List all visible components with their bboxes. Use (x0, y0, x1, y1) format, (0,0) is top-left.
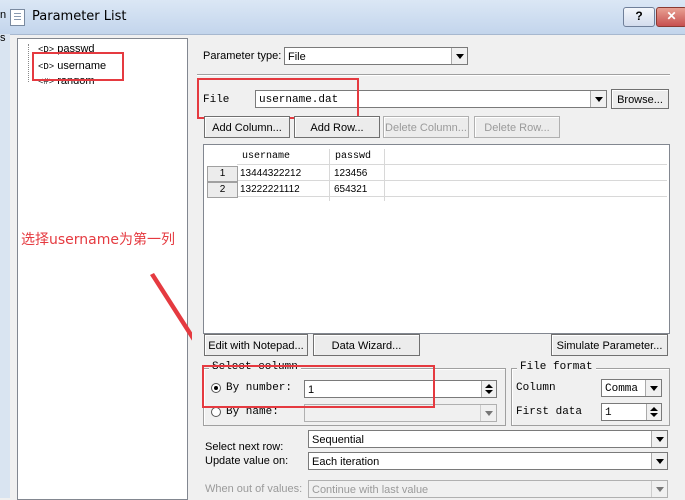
out-of-values-value: Continue with last value (312, 484, 429, 496)
spinner-icon[interactable] (646, 404, 661, 420)
data-wizard-button[interactable]: Data Wizard... (313, 334, 420, 356)
grid-line (329, 149, 330, 201)
highlight-box (32, 52, 124, 81)
column-header[interactable]: username (242, 151, 290, 162)
column-delimiter-select[interactable]: Comma (601, 379, 662, 397)
first-data-value: 1 (605, 407, 612, 419)
background-text-fragment: s (0, 32, 6, 44)
select-next-row-select[interactable]: Sequential (308, 430, 668, 448)
update-value-select[interactable]: Each iteration (308, 452, 668, 470)
table-cell[interactable]: 654321 (334, 184, 367, 195)
grid-line (237, 180, 667, 181)
window-icon (10, 9, 25, 26)
chevron-down-icon (645, 380, 661, 396)
chevron-down-icon (651, 481, 667, 497)
browse-button[interactable]: Browse... (611, 89, 669, 109)
delete-column-button[interactable]: Delete Column... (383, 116, 469, 138)
column-delimiter-label: Column (516, 382, 556, 394)
row-header[interactable]: 1 (207, 166, 238, 182)
parameter-type-value: File (288, 51, 306, 63)
first-data-input[interactable]: 1 (601, 403, 662, 421)
table-cell[interactable]: 13444322212 (240, 168, 301, 179)
add-column-button[interactable]: Add Column... (204, 116, 290, 138)
chevron-down-icon (651, 431, 667, 447)
parameter-tree[interactable]: <D> passwd <D> username <#> random (17, 38, 188, 500)
edit-with-notepad-button[interactable]: Edit with Notepad... (204, 334, 308, 356)
out-of-values-select[interactable]: Continue with last value (308, 480, 668, 498)
annotation-text: 选择username为第一列 (21, 232, 175, 248)
table-cell[interactable]: 13222221112 (240, 184, 300, 195)
highlight-box (202, 365, 435, 408)
close-button[interactable]: ✕ (656, 7, 685, 27)
chevron-down-icon (590, 91, 606, 107)
column-header[interactable]: passwd (335, 151, 371, 162)
chevron-down-icon (451, 48, 467, 64)
chevron-down-icon (651, 453, 667, 469)
tree-connector (28, 44, 29, 82)
delete-row-button[interactable]: Delete Row... (474, 116, 560, 138)
grid-line (237, 196, 667, 197)
simulate-parameter-button[interactable]: Simulate Parameter... (551, 334, 668, 356)
select-next-row-value: Sequential (312, 434, 364, 446)
update-value-label: Update value on: (205, 455, 289, 467)
first-data-label: First data (516, 406, 583, 418)
background-text-fragment: n (0, 9, 7, 21)
spinner-icon[interactable] (481, 381, 496, 397)
select-next-row-label: Select next row: (205, 441, 284, 453)
grid-line (237, 164, 667, 165)
background-window-edge (0, 34, 10, 498)
row-header[interactable]: 2 (207, 182, 238, 198)
file-format-legend: File format (517, 361, 596, 373)
out-of-values-label: When out of values: (205, 483, 303, 495)
by-name-radio[interactable] (211, 407, 221, 417)
table-cell[interactable]: 123456 (334, 168, 367, 179)
parameter-type-select[interactable]: File (284, 47, 468, 65)
help-button[interactable]: ? (623, 7, 655, 27)
data-grid[interactable]: username passwd 1 13444322212 123456 2 1… (203, 144, 670, 334)
column-delimiter-value: Comma (605, 383, 639, 395)
update-value-value: Each iteration (312, 456, 380, 468)
highlight-box (197, 78, 359, 119)
chevron-down-icon (480, 405, 496, 421)
divider (197, 74, 670, 76)
window-title: Parameter List (32, 9, 127, 24)
parameter-type-label: Parameter type: (203, 50, 282, 62)
grid-line (384, 149, 385, 201)
add-row-button[interactable]: Add Row... (294, 116, 380, 138)
